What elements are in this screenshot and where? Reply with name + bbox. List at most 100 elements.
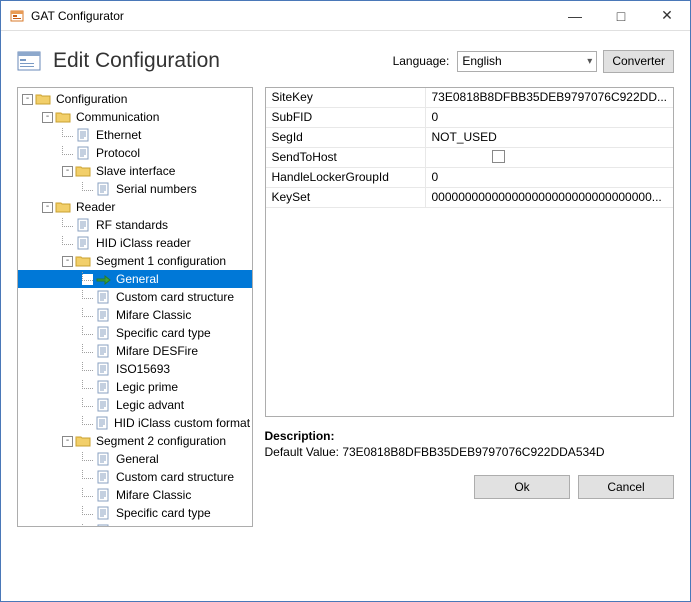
window-title: GAT Configurator [31,9,552,23]
tree-node[interactable]: General [18,270,252,288]
property-row[interactable]: SubFID0 [266,108,674,128]
tree-node[interactable]: -Communication [18,108,252,126]
property-row[interactable]: HandleLockerGroupId0 [266,168,674,188]
property-name: SubFID [266,108,426,127]
collapse-icon[interactable]: - [62,436,73,447]
property-name: SegId [266,128,426,147]
tree-node[interactable]: Mifare Classic [18,306,252,324]
tree-node[interactable]: Specific card type [18,504,252,522]
checkbox[interactable] [492,150,505,163]
tree-node[interactable]: Protocol [18,144,252,162]
doc-icon [75,217,91,233]
tree-connector [82,328,93,339]
tree-node-label: Custom card structure [114,290,236,304]
tree-node[interactable]: RF standards [18,216,252,234]
tree-node-label: Serial numbers [114,182,199,196]
tree-connector [82,184,93,195]
tree-node[interactable]: Serial numbers [18,180,252,198]
tree-node[interactable]: Mifare Classic [18,486,252,504]
tree-node-label: Legic advant [114,398,186,412]
collapse-icon[interactable]: - [62,166,73,177]
doc-icon [75,145,91,161]
tree-node[interactable]: HID iClass reader [18,234,252,252]
doc-icon [75,127,91,143]
property-grid[interactable]: SiteKey73E0818B8DFBB35DEB9797076C922DD..… [265,87,675,417]
tree-node[interactable]: Legic prime [18,378,252,396]
doc-icon [95,379,111,395]
doc-icon [95,289,111,305]
tree-connector [82,274,93,285]
tree-connector [82,490,93,501]
cancel-button[interactable]: Cancel [578,475,674,499]
property-value[interactable]: 0 [426,168,674,187]
tree-node[interactable]: Ethernet [18,126,252,144]
tree-connector [82,472,93,483]
tree-node[interactable]: Legic advant [18,396,252,414]
doc-icon [75,235,91,251]
property-row[interactable]: SendToHost [266,148,674,168]
maximize-button[interactable]: □ [598,1,644,30]
doc-icon [95,361,111,377]
tree-connector [82,400,93,411]
language-value: English [462,54,501,68]
folder-icon [35,91,51,107]
collapse-icon[interactable]: - [42,112,53,123]
language-select[interactable]: English ▾ [457,51,597,72]
tree-node-label: Mifare Classic [114,308,193,322]
tree-node[interactable]: HID iClass custom format [18,414,252,432]
description-text: Default Value: 73E0818B8DFBB35DEB9797076… [265,445,675,459]
tree-connector [82,526,93,528]
tree-connector [82,418,93,429]
doc-icon [95,505,111,521]
tree-node[interactable]: General [18,450,252,468]
converter-button[interactable]: Converter [603,50,674,73]
tree-node-label: Mifare DESFire [114,524,200,527]
arrow-icon [95,271,111,287]
tree-node[interactable]: Specific card type [18,324,252,342]
property-value[interactable]: 73E0818B8DFBB35DEB9797076C922DD... [426,88,674,107]
config-tree[interactable]: -Configuration-CommunicationEthernetProt… [17,87,253,527]
property-value[interactable]: 0 [426,108,674,127]
tree-node-label: Legic prime [114,380,180,394]
property-row[interactable]: SegIdNOT_USED [266,128,674,148]
tree-node[interactable]: Custom card structure [18,288,252,306]
tree-node-label: HID iClass reader [94,236,193,250]
tree-connector [62,238,73,249]
tree-node[interactable]: - Configuration [18,90,252,108]
property-name: SiteKey [266,88,426,107]
tree-connector [62,220,73,231]
folder-icon [75,163,91,179]
property-value[interactable]: 000000000000000000000000000000000... [426,188,674,207]
tree-node[interactable]: -Slave interface [18,162,252,180]
tree-node-label: Configuration [54,92,129,106]
tree-node[interactable]: -Reader [18,198,252,216]
property-value[interactable] [426,148,674,167]
tree-connector [82,364,93,375]
tree-node[interactable]: - Segment 2 configuration [18,432,252,450]
tree-node[interactable]: Mifare DESFire [18,342,252,360]
tree-node[interactable]: ISO15693 [18,360,252,378]
tree-node[interactable]: Custom card structure [18,468,252,486]
close-button[interactable]: ✕ [644,1,690,30]
tree-connector [82,346,93,357]
tree-node[interactable]: -Segment 1 configuration [18,252,252,270]
tree-node[interactable]: Mifare DESFire [18,522,252,527]
ok-button[interactable]: Ok [474,475,570,499]
tree-node-label: Segment 2 configuration [94,434,228,448]
tree-node-label: Custom card structure [114,470,236,484]
chevron-down-icon: ▾ [587,56,592,67]
description-block: Description: Default Value: 73E0818B8DFB… [265,429,675,459]
minimize-button[interactable]: — [552,1,598,30]
tree-node-label: Mifare Classic [114,488,193,502]
collapse-icon[interactable]: - [42,202,53,213]
edit-config-icon [17,50,45,72]
property-row[interactable]: KeySet000000000000000000000000000000000.… [266,188,674,208]
tree-connector [82,292,93,303]
tree-node-label: ISO15693 [114,362,172,376]
collapse-icon[interactable]: - [62,256,73,267]
doc-icon [95,469,111,485]
doc-icon [95,325,111,341]
property-row[interactable]: SiteKey73E0818B8DFBB35DEB9797076C922DD..… [266,88,674,108]
property-value[interactable]: NOT_USED [426,128,674,147]
collapse-icon[interactable]: - [22,94,33,105]
